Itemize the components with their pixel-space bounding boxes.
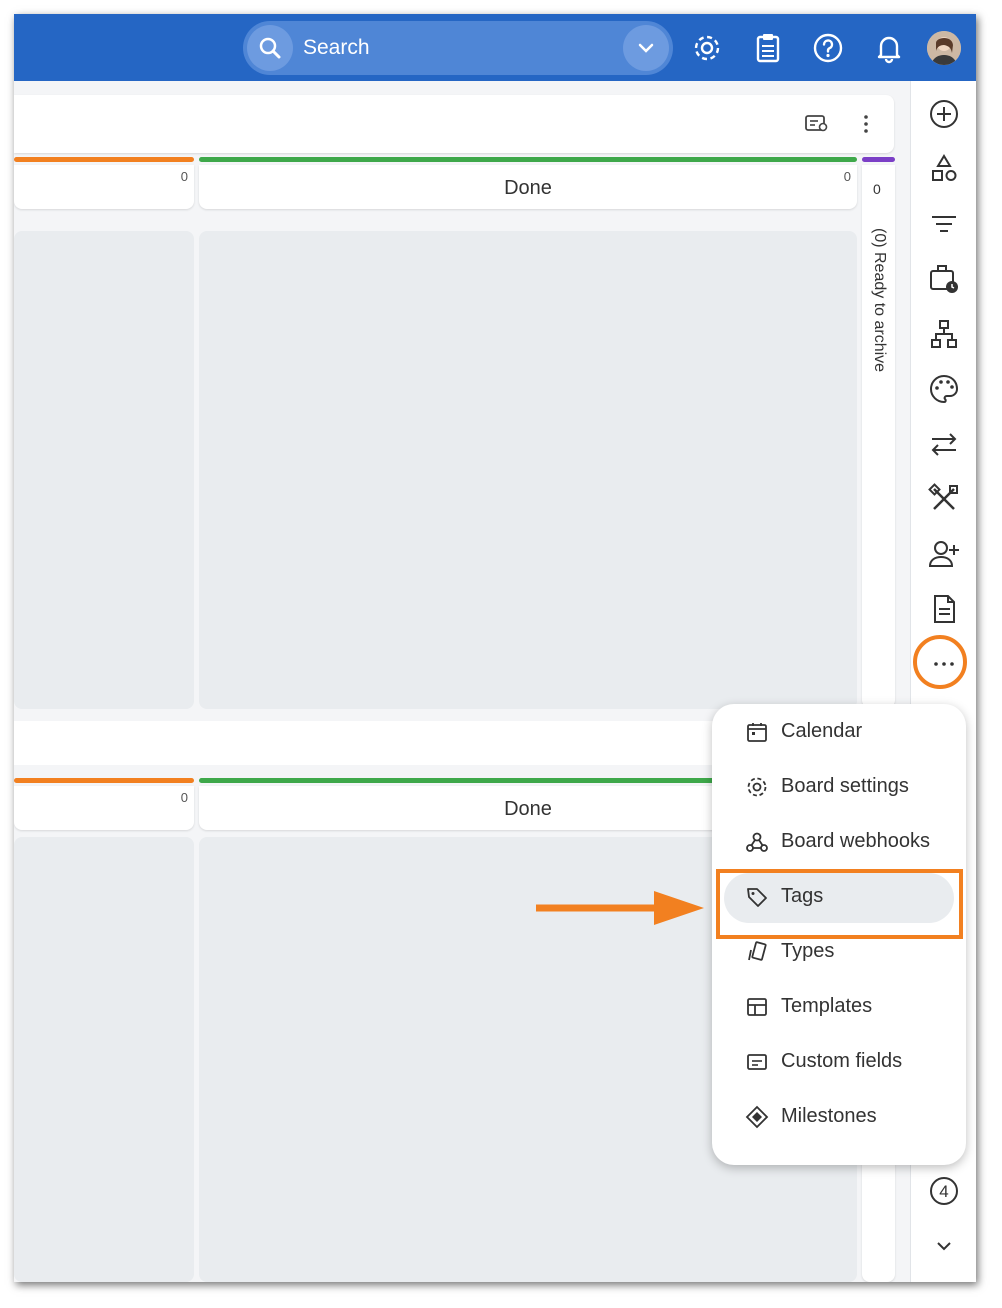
filter-icon[interactable] — [927, 207, 961, 241]
column-body[interactable] — [14, 231, 194, 709]
filter-list-icon[interactable] — [804, 112, 830, 136]
app-window: Search 0 Done 0 0 (0) Ready to archive 0… — [14, 14, 976, 1282]
hierarchy-icon[interactable] — [927, 317, 961, 351]
gear-icon — [745, 775, 769, 799]
menu-item-label: Templates — [781, 995, 873, 1017]
column-count: 0 — [873, 181, 881, 197]
search-icon[interactable] — [247, 25, 293, 71]
menu-item-label: Calendar — [781, 720, 863, 742]
column-title: Done — [504, 177, 552, 199]
template-icon — [745, 995, 769, 1019]
search-input[interactable]: Search — [303, 36, 370, 60]
menu-item-milestones[interactable]: Milestones — [712, 1089, 966, 1144]
calendar-icon — [745, 720, 769, 744]
menu-item-templates[interactable]: Templates — [712, 979, 966, 1034]
column-count: 0 — [180, 169, 188, 184]
archive-column-label: (0) Ready to archive — [871, 228, 888, 373]
menu-item-label: Board settings — [781, 775, 909, 797]
tags-highlight-box — [716, 869, 963, 939]
gear-icon[interactable] — [691, 32, 723, 64]
chevron-down-icon[interactable] — [927, 1229, 961, 1263]
menu-item-calendar[interactable]: Calendar — [712, 704, 966, 759]
column-body[interactable] — [199, 231, 857, 709]
lane-color-bar — [14, 157, 194, 162]
shapes-icon[interactable] — [927, 152, 961, 186]
tools-icon[interactable] — [927, 482, 961, 516]
bell-icon[interactable] — [873, 32, 905, 64]
board-toolbar — [14, 95, 894, 153]
callout-arrow — [534, 887, 714, 929]
column-header[interactable]: 0 — [14, 786, 194, 830]
menu-item-label: Types — [781, 940, 835, 962]
briefcase-clock-icon[interactable] — [927, 262, 961, 296]
menu-item-custom-fields[interactable]: Custom fields — [712, 1034, 966, 1089]
more-highlight-circle — [913, 635, 967, 689]
lane-color-bar — [199, 157, 857, 162]
column-header[interactable]: 0 — [14, 165, 194, 209]
help-icon[interactable] — [812, 32, 844, 64]
column-count: 0 — [180, 790, 188, 805]
palette-icon[interactable] — [927, 372, 961, 406]
avatar[interactable] — [927, 31, 961, 65]
add-user-icon[interactable] — [927, 537, 961, 571]
column-body[interactable] — [14, 837, 194, 1282]
milestone-icon — [745, 1105, 769, 1129]
more-vertical-icon[interactable] — [856, 111, 876, 137]
top-bar: Search — [14, 14, 976, 81]
menu-item-label: Milestones — [781, 1105, 877, 1127]
search-bar[interactable]: Search — [243, 21, 673, 75]
menu-item-board-settings[interactable]: Board settings — [712, 759, 966, 814]
number-badge-text: 4 — [939, 1182, 948, 1201]
menu-item-label: Custom fields — [781, 1050, 903, 1072]
chevron-down-icon[interactable] — [623, 25, 669, 71]
column-header-done[interactable]: Done 0 — [199, 165, 857, 209]
types-icon — [745, 940, 769, 964]
clipboard-icon[interactable] — [752, 32, 784, 64]
menu-item-label: Board webhooks — [781, 830, 930, 852]
lane-color-bar — [14, 778, 194, 783]
column-count: 0 — [843, 169, 851, 184]
custom-fields-icon — [745, 1050, 769, 1074]
document-icon[interactable] — [927, 592, 961, 626]
webhook-icon — [745, 830, 769, 854]
plus-circle-icon[interactable] — [927, 97, 961, 131]
swap-arrows-icon[interactable] — [927, 427, 961, 461]
menu-item-board-webhooks[interactable]: Board webhooks — [712, 814, 966, 869]
lane-color-bar — [862, 157, 895, 162]
number-4-icon[interactable]: 4 — [927, 1174, 961, 1208]
